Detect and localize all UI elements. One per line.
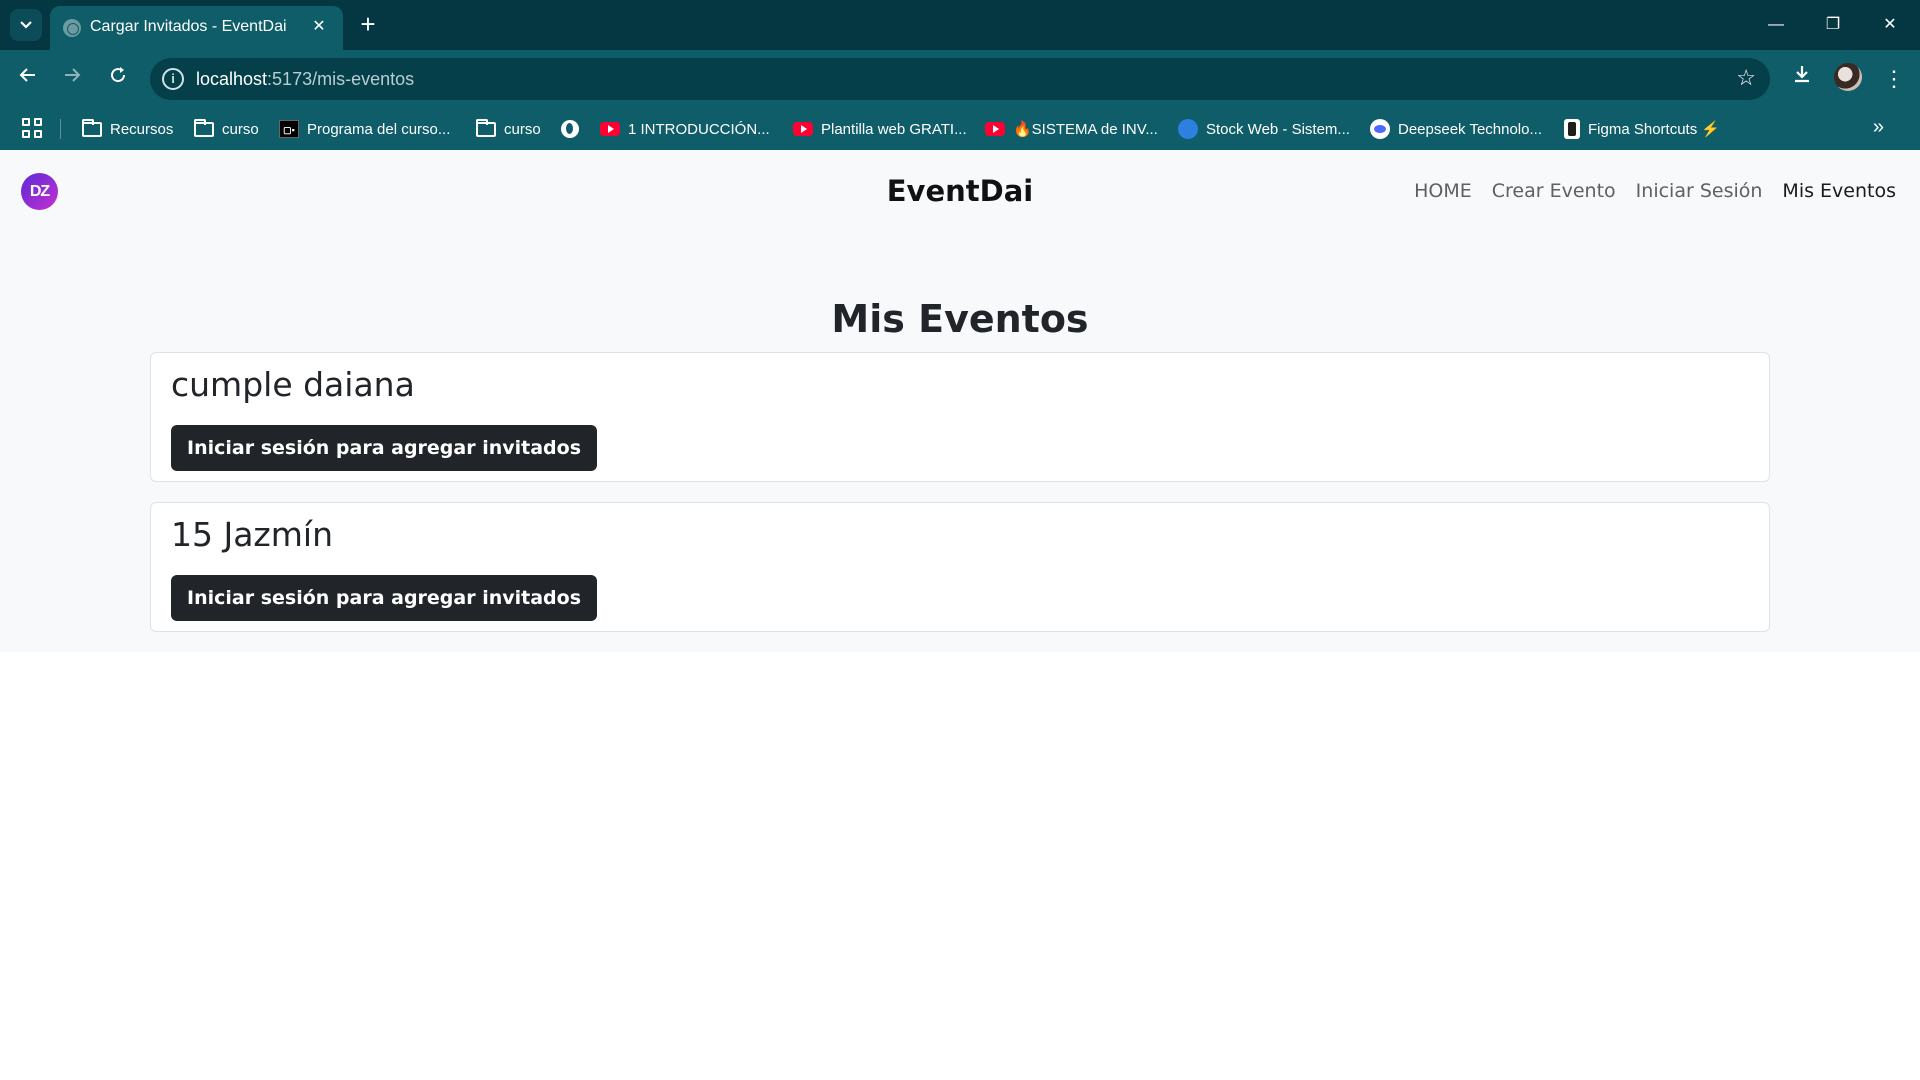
bookmark-item[interactable]: curso bbox=[194, 108, 259, 150]
nav-iniciar-sesion[interactable]: Iniciar Sesión bbox=[1636, 180, 1763, 202]
nav-crear-evento[interactable]: Crear Evento bbox=[1492, 180, 1616, 202]
stock-icon bbox=[1178, 119, 1198, 139]
nav-home[interactable]: HOME bbox=[1414, 180, 1472, 202]
bookmark-item[interactable]: ▢▪ Programa del curso... bbox=[279, 108, 450, 150]
bookmark-item[interactable]: 1 INTRODUCCIÓN... bbox=[600, 108, 770, 150]
minimize-button[interactable]: — bbox=[1756, 10, 1796, 40]
codo-icon: ▢▪ bbox=[279, 120, 299, 138]
page-title: Mis Eventos bbox=[831, 297, 1089, 341]
profile-avatar[interactable] bbox=[1834, 63, 1862, 91]
apps-grid-icon[interactable] bbox=[22, 118, 44, 140]
bookmark-item[interactable]: curso bbox=[476, 108, 541, 150]
restore-button[interactable]: ❐ bbox=[1813, 10, 1853, 40]
event-name: 15 Jazmín bbox=[171, 515, 333, 554]
youtube-icon bbox=[600, 122, 620, 136]
bookmark-item[interactable] bbox=[561, 108, 579, 150]
youtube-icon bbox=[793, 122, 813, 136]
menu-icon[interactable]: ⋮ bbox=[1878, 63, 1910, 95]
address-bar[interactable]: i localhost:5173/mis-eventos ☆ bbox=[150, 58, 1770, 100]
event-name: cumple daiana bbox=[171, 365, 415, 404]
bookmark-item[interactable]: Figma Shortcuts ⚡ bbox=[1564, 108, 1720, 150]
new-tab-button[interactable]: + bbox=[352, 9, 384, 41]
app-navbar: DZ EventDai HOME Crear Evento Iniciar Se… bbox=[0, 150, 1920, 234]
arrow-left-icon bbox=[19, 68, 35, 82]
browser-tab[interactable]: Cargar Invitados - EventDai ✕ bbox=[50, 6, 343, 50]
chevron-double-right-icon[interactable]: » bbox=[1873, 116, 1884, 139]
tab-strip: Cargar Invitados - EventDai ✕ + — ❐ ✕ bbox=[0, 0, 1920, 50]
downloads-button[interactable] bbox=[1786, 63, 1818, 95]
tab-search-button[interactable] bbox=[10, 9, 42, 41]
browser-toolbar: i localhost:5173/mis-eventos ☆ ⋮ bbox=[0, 50, 1920, 108]
globe-icon bbox=[561, 120, 579, 138]
figma-icon bbox=[1564, 119, 1580, 139]
bookmark-item[interactable]: Recursos bbox=[82, 108, 173, 150]
download-icon bbox=[1795, 66, 1809, 83]
event-card: 15 Jazmín Iniciar sesión para agregar in… bbox=[150, 502, 1770, 632]
forward-button[interactable] bbox=[56, 63, 88, 95]
chevron-down-icon bbox=[20, 21, 32, 29]
page-viewport: DZ EventDai HOME Crear Evento Iniciar Se… bbox=[0, 150, 1920, 1080]
url-text[interactable]: localhost:5173/mis-eventos bbox=[196, 69, 414, 90]
back-button[interactable] bbox=[12, 63, 44, 95]
arrow-right-icon bbox=[65, 68, 81, 82]
youtube-icon bbox=[985, 122, 1005, 136]
tab-title: Cargar Invitados - EventDai bbox=[90, 18, 287, 35]
reload-icon bbox=[111, 67, 126, 83]
close-icon[interactable]: ✕ bbox=[307, 15, 331, 39]
info-icon[interactable]: i bbox=[162, 68, 184, 90]
bookmarks-divider bbox=[60, 119, 61, 139]
bookmark-item[interactable]: 🔥SISTEMA de INV... bbox=[985, 108, 1158, 150]
bookmark-item[interactable]: Deepseek Technolo... bbox=[1370, 108, 1542, 150]
globe-icon bbox=[63, 19, 81, 37]
window-close-button[interactable]: ✕ bbox=[1870, 10, 1910, 40]
bookmark-item[interactable]: Stock Web - Sistem... bbox=[1178, 108, 1350, 150]
bookmarks-bar: Recursos curso ▢▪ Programa del curso... c… bbox=[0, 108, 1920, 150]
folder-icon bbox=[194, 118, 214, 137]
nav-mis-eventos[interactable]: Mis Eventos bbox=[1782, 180, 1896, 202]
event-card: cumple daiana Iniciar sesión para agrega… bbox=[150, 352, 1770, 482]
folder-icon bbox=[82, 118, 102, 137]
bookmark-item[interactable]: Plantilla web GRATI... bbox=[793, 108, 967, 150]
deepseek-icon bbox=[1370, 119, 1390, 139]
login-to-add-guests-button[interactable]: Iniciar sesión para agregar invitados bbox=[171, 425, 598, 471]
login-to-add-guests-button[interactable]: Iniciar sesión para agregar invitados bbox=[171, 575, 598, 621]
nav-links: HOME Crear Evento Iniciar Sesión Mis Eve… bbox=[1414, 180, 1896, 202]
folder-icon bbox=[476, 118, 496, 137]
star-icon[interactable]: ☆ bbox=[1736, 65, 1756, 91]
reload-button[interactable] bbox=[102, 63, 134, 95]
